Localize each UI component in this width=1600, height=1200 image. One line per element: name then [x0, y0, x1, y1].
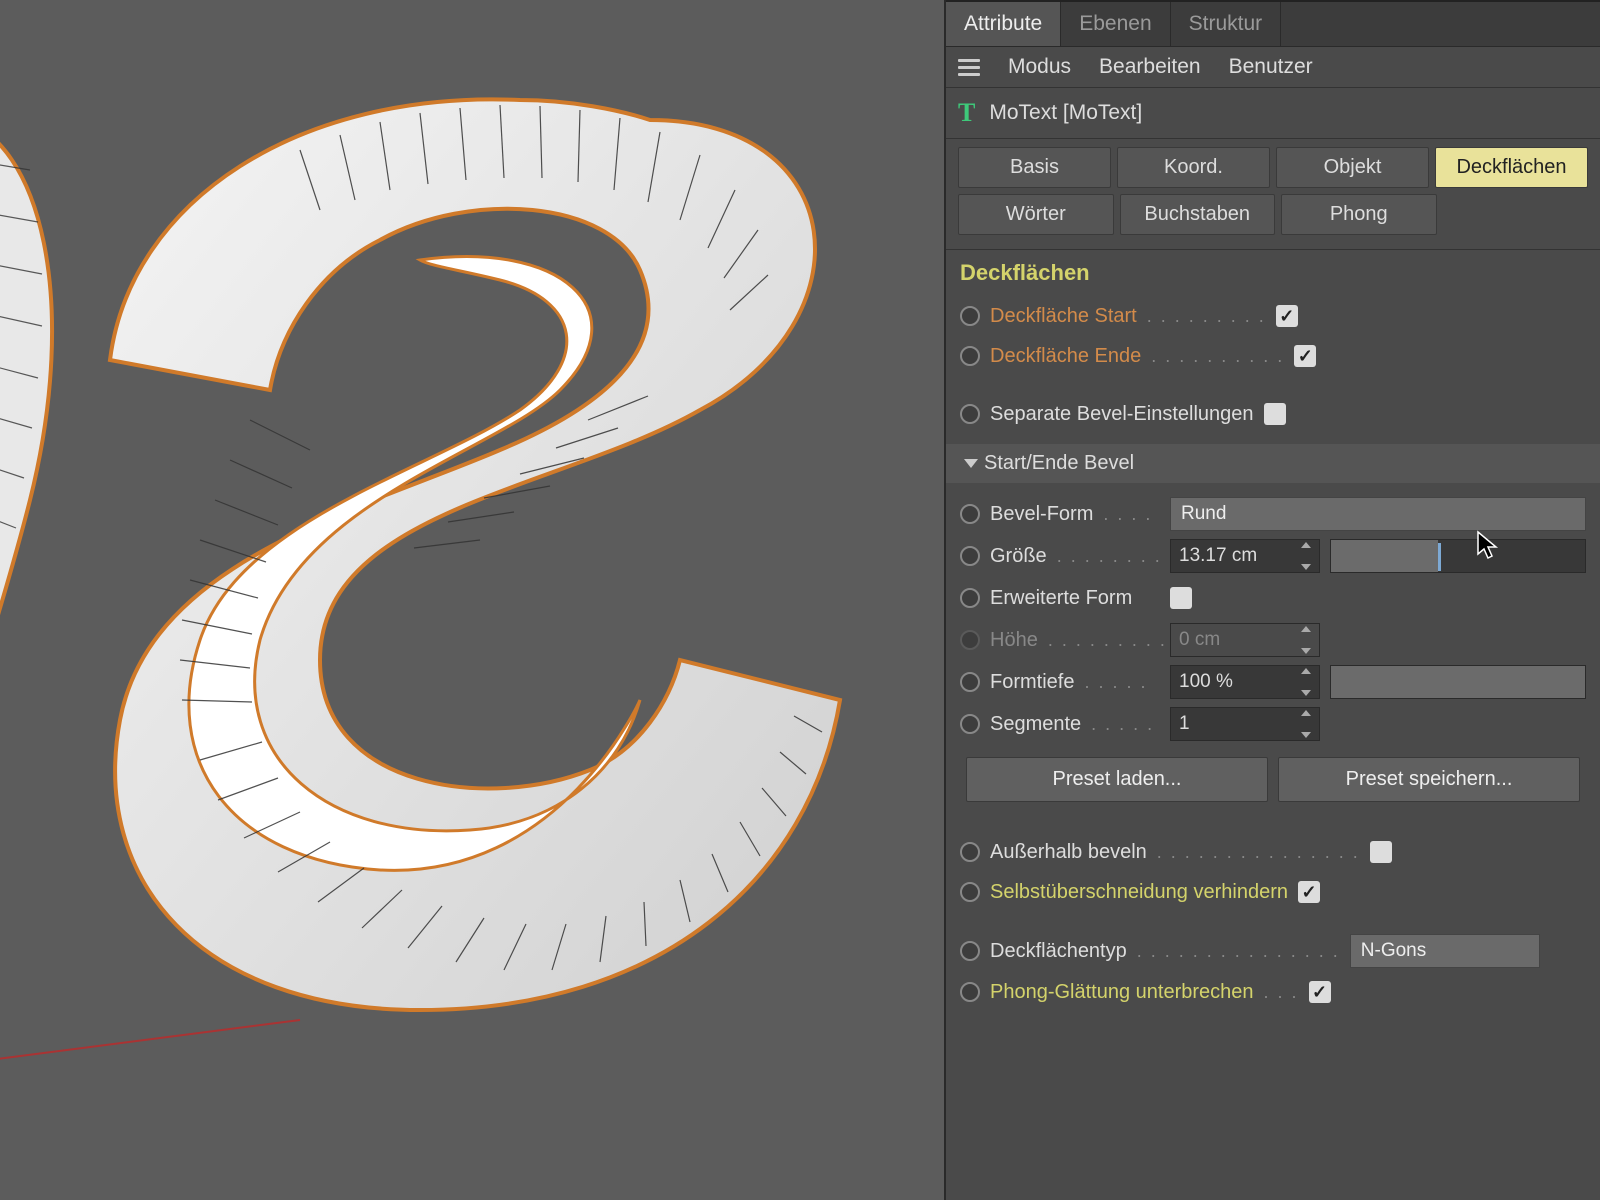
ext-form-checkbox[interactable]: [1170, 587, 1192, 609]
depth-slider[interactable]: [1330, 665, 1586, 699]
phong-break-label: Phong-Glättung unterbrechen: [990, 981, 1254, 1004]
self-intersect-checkbox[interactable]: [1298, 881, 1320, 903]
anim-dot[interactable]: [960, 714, 980, 734]
size-slider[interactable]: [1330, 539, 1586, 573]
attribute-menubar: Modus Bearbeiten Benutzer: [946, 47, 1600, 88]
outside-bevel-checkbox[interactable]: [1370, 841, 1392, 863]
phong-break-checkbox[interactable]: [1309, 981, 1331, 1003]
tab-attribute[interactable]: Attribute: [946, 2, 1061, 46]
viewport[interactable]: [0, 0, 946, 1200]
menu-bearbeiten[interactable]: Bearbeiten: [1099, 55, 1201, 79]
separate-bevel-checkbox[interactable]: [1264, 403, 1286, 425]
tab-struktur[interactable]: Struktur: [1171, 2, 1282, 46]
cap-end-label: Deckfläche Ende: [990, 345, 1141, 368]
anim-dot[interactable]: [960, 588, 980, 608]
tab-basis[interactable]: Basis: [958, 147, 1111, 188]
anim-dot[interactable]: [960, 882, 980, 902]
cap-end-checkbox[interactable]: [1294, 345, 1316, 367]
anim-dot[interactable]: [960, 504, 980, 524]
bevel-form-label: Bevel-Form: [990, 503, 1093, 526]
property-tabs: Basis Koord. Objekt Deckflächen Wörter B…: [946, 139, 1600, 250]
group-start-end-bevel[interactable]: Start/Ende Bevel: [946, 444, 1600, 483]
stepper-icon: [1301, 626, 1317, 654]
segments-label: Segmente: [990, 713, 1081, 736]
menu-modus[interactable]: Modus: [1008, 55, 1071, 79]
section-heading: Deckflächen: [946, 250, 1600, 292]
stepper-icon[interactable]: [1301, 542, 1317, 570]
cap-type-dropdown[interactable]: N-Gons: [1350, 934, 1540, 968]
stepper-icon[interactable]: [1301, 710, 1317, 738]
motext-icon: T: [958, 98, 975, 128]
self-intersect-label: Selbstüberschneidung verhindern: [990, 881, 1288, 904]
preset-save-button[interactable]: Preset speichern...: [1278, 757, 1580, 802]
tab-ebenen[interactable]: Ebenen: [1061, 2, 1170, 46]
bevel-form-dropdown[interactable]: Rund: [1170, 497, 1586, 531]
anim-dot[interactable]: [960, 306, 980, 326]
depth-label: Formtiefe: [990, 671, 1074, 694]
dots: . . . . . . . . . .: [1151, 346, 1284, 367]
anim-dot[interactable]: [960, 346, 980, 366]
preset-load-button[interactable]: Preset laden...: [966, 757, 1268, 802]
object-header: T MoText [MoText]: [946, 88, 1600, 139]
ext-form-label: Erweiterte Form: [990, 587, 1132, 610]
chevron-down-icon: [964, 459, 978, 468]
anim-dot[interactable]: [960, 842, 980, 862]
tab-koord[interactable]: Koord.: [1117, 147, 1270, 188]
tab-phong[interactable]: Phong: [1281, 194, 1437, 235]
stepper-icon[interactable]: [1301, 668, 1317, 696]
separate-bevel-label: Separate Bevel-Einstellungen: [990, 403, 1254, 426]
object-name: MoText [MoText]: [989, 101, 1142, 125]
outside-bevel-label: Außerhalb beveln: [990, 841, 1147, 864]
cap-start-checkbox[interactable]: [1276, 305, 1298, 327]
anim-dot[interactable]: [960, 546, 980, 566]
tab-deckflaechen[interactable]: Deckflächen: [1435, 147, 1588, 188]
cap-type-label: Deckflächentyp: [990, 940, 1127, 963]
anim-dot[interactable]: [960, 672, 980, 692]
group-title: Start/Ende Bevel: [984, 452, 1134, 475]
height-label: Höhe: [990, 629, 1038, 652]
tab-objekt[interactable]: Objekt: [1276, 147, 1429, 188]
segments-input[interactable]: 1: [1170, 707, 1320, 741]
depth-input[interactable]: 100 %: [1170, 665, 1320, 699]
panel-tabs: Attribute Ebenen Struktur: [946, 0, 1600, 47]
letter-s-mesh: [0, 0, 946, 1200]
cap-start-label: Deckfläche Start: [990, 305, 1137, 328]
anim-dot[interactable]: [960, 982, 980, 1002]
attribute-panel: Attribute Ebenen Struktur Modus Bearbeit…: [946, 0, 1600, 1200]
anim-dot[interactable]: [960, 404, 980, 424]
hamburger-icon[interactable]: [958, 59, 980, 76]
size-label: Größe: [990, 545, 1047, 568]
menu-benutzer[interactable]: Benutzer: [1229, 55, 1313, 79]
tab-woerter[interactable]: Wörter: [958, 194, 1114, 235]
anim-dot: [960, 630, 980, 650]
anim-dot[interactable]: [960, 941, 980, 961]
size-input[interactable]: 13.17 cm: [1170, 539, 1320, 573]
dots: . . . . . . . . .: [1147, 306, 1266, 327]
tab-buchstaben[interactable]: Buchstaben: [1120, 194, 1276, 235]
height-input: 0 cm: [1170, 623, 1320, 657]
